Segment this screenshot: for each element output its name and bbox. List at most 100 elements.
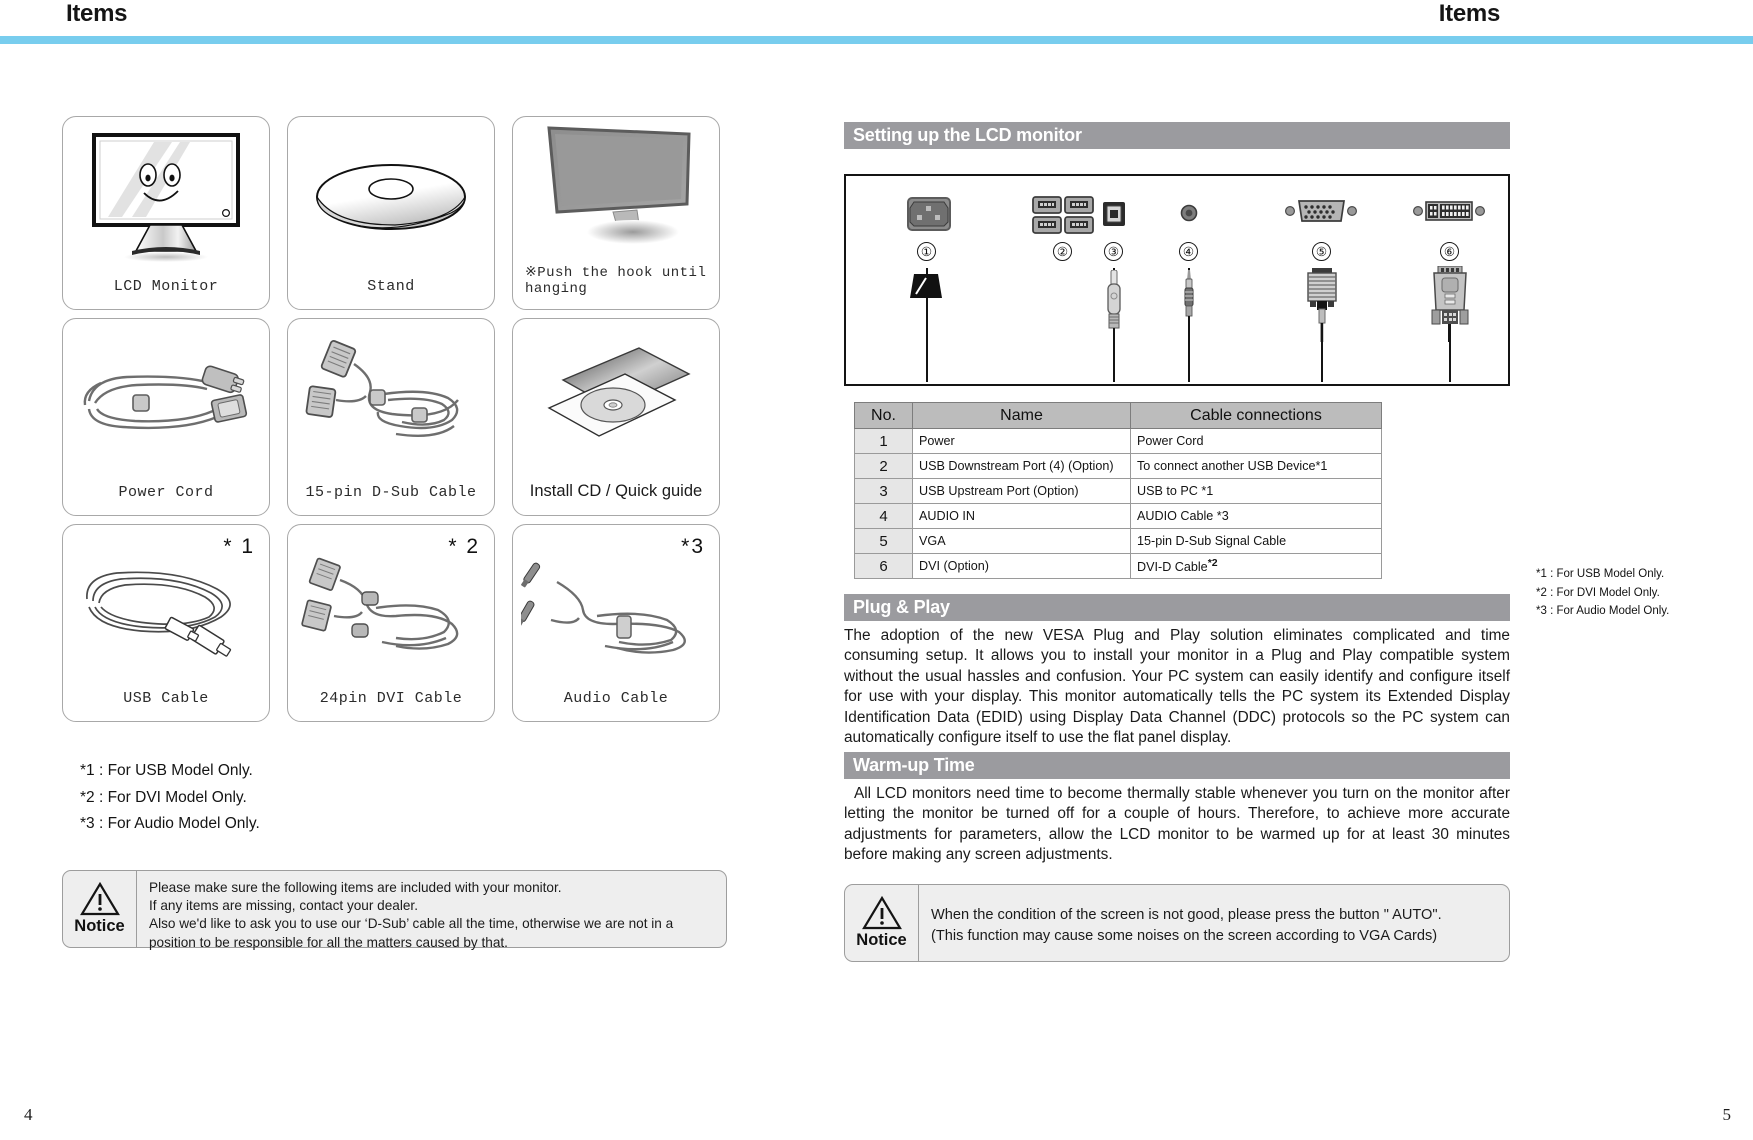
right-footnote-2: *2 : For DVI Model Only. — [1536, 586, 1660, 599]
cell-name: AUDIO IN — [912, 503, 1131, 529]
cell-no: 5 — [854, 528, 913, 554]
cell-conn-text: DVI-D Cable — [1137, 560, 1208, 575]
left-page: LCD Monitor Stand ※Push the hook until h… — [0, 44, 830, 1140]
table-row: 4 AUDIO IN AUDIO Cable *3 — [854, 503, 1382, 529]
item-label-lcd-monitor: LCD Monitor — [113, 278, 219, 295]
port-usb-downstream — [1032, 196, 1094, 239]
cell-no: 3 — [854, 478, 913, 504]
notice-icon-column-right: Notice — [845, 885, 919, 961]
page-title-right: Items — [1438, 0, 1501, 27]
item-box-lcd-monitor: LCD Monitor — [62, 116, 270, 310]
left-footnote-list: *1 : For USB Model Only. *2 : For DVI Mo… — [80, 758, 260, 838]
item-box-install-cd: Install CD / Quick guide — [512, 318, 720, 516]
cell-conn: To connect another USB Device*1 — [1130, 453, 1382, 479]
item-label-audio-cable: Audio Cable — [563, 690, 669, 707]
item-box-stand: Stand — [287, 116, 495, 310]
table-row: 5 VGA 15-pin D-Sub Signal Cable — [854, 528, 1382, 554]
cell-name: VGA — [912, 528, 1131, 554]
table-row: 6 DVI (Option) DVI-D Cable*2 — [854, 553, 1382, 579]
notice-icon-column: Notice — [63, 871, 137, 947]
table-row: 2 USB Downstream Port (4) (Option) To co… — [854, 453, 1382, 479]
cell-name: Power — [912, 428, 1131, 454]
notice-left-line-2: If any items are missing, contact your d… — [149, 898, 418, 914]
item-box-usb-cable: * 1 USB Cable — [62, 524, 270, 722]
cell-conn: DVI-D Cable*2 — [1130, 553, 1382, 579]
notice-text-left: Please make sure the following items are… — [137, 871, 726, 950]
monitor-hook-illustration — [513, 119, 719, 251]
plug-power — [904, 272, 950, 319]
port-usb-upstream — [1101, 200, 1127, 233]
warning-triangle-icon — [861, 896, 902, 930]
callout-1: ① — [917, 242, 936, 261]
dvi-cable-illustration — [288, 549, 494, 679]
table-row: 3 USB Upstream Port (Option) USB to PC *… — [854, 478, 1382, 504]
callout-5: ⑤ — [1312, 242, 1331, 261]
item-label-monitor-hook: ※Push the hook until hanging — [525, 264, 707, 297]
cell-conn: AUDIO Cable *3 — [1130, 503, 1382, 529]
plug-audio-mini — [1180, 270, 1198, 347]
section-header-setting-up: Setting up the LCD monitor — [844, 122, 1510, 149]
table-col-no: No. — [854, 402, 913, 429]
cell-no: 2 — [854, 453, 913, 479]
item-label-power-cord: Power Cord — [118, 484, 214, 501]
install-cd-illustration — [513, 325, 719, 473]
section-header-plug-play: Plug & Play — [844, 594, 1510, 621]
notice-left-line-4: position to be responsible for all the m… — [149, 934, 508, 950]
port-audio-in — [1180, 204, 1198, 227]
audio-cable-illustration — [513, 549, 719, 679]
cell-no: 4 — [854, 503, 913, 529]
cell-conn: 15-pin D-Sub Signal Cable — [1130, 528, 1382, 554]
cell-name: USB Downstream Port (4) (Option) — [912, 453, 1131, 479]
dsub-cable-illustration — [288, 325, 494, 473]
plug-dvi — [1426, 265, 1474, 347]
notice-label-left: Notice — [74, 917, 125, 935]
plug-play-paragraph: The adoption of the new VESA Plug and Pl… — [844, 627, 1510, 747]
cell-name: USB Upstream Port (Option) — [912, 478, 1131, 504]
table-col-name: Name — [912, 402, 1131, 429]
right-footnote-1: *1 : For USB Model Only. — [1536, 568, 1665, 580]
page-header: Items Items — [0, 0, 1753, 44]
item-label-usb-cable: USB Cable — [123, 690, 209, 707]
left-footnote-3: *3 : For Audio Model Only. — [80, 815, 260, 833]
usb-cable-illustration — [63, 547, 269, 679]
connector-diagram: ① ② ③ ④ ⑤ ⑥ — [844, 174, 1510, 386]
page-number-left: 4 — [24, 1105, 33, 1124]
page-number-right: 5 — [1722, 1105, 1732, 1124]
stand-illustration — [288, 123, 494, 267]
item-box-dvi-cable: * 2 24pin DVI Cable — [287, 524, 495, 722]
notice-box-left: Notice Please make sure the following it… — [62, 870, 727, 950]
connections-table: No. Name Cable connections 1 Power Power… — [854, 402, 1382, 579]
callout-3: ③ — [1104, 242, 1123, 261]
item-label-install-cd: Install CD / Quick guide — [529, 482, 703, 500]
table-col-conn: Cable connections — [1130, 402, 1382, 429]
section-header-warm-up: Warm-up Time — [844, 752, 1510, 779]
lcd-monitor-illustration — [63, 123, 269, 267]
warning-triangle-icon — [79, 882, 120, 916]
items-grid: LCD Monitor Stand ※Push the hook until h… — [62, 116, 727, 722]
notice-left-line-3: Also we'd like to ask you to use our ‘D-… — [149, 916, 674, 932]
table-header-row: No. Name Cable connections — [854, 402, 1382, 429]
item-box-monitor-hook: ※Push the hook until hanging — [512, 116, 720, 310]
left-footnote-2: *2 : For DVI Model Only. — [80, 788, 247, 806]
plug-usb-b — [1104, 269, 1124, 347]
callout-2: ② — [1053, 242, 1072, 261]
header-rule-divider — [0, 36, 1753, 44]
item-label-stand: Stand — [367, 278, 415, 295]
port-power-inlet — [904, 192, 954, 241]
cell-conn: USB to PC *1 — [1130, 478, 1382, 504]
notice-text-right: When the condition of the screen is not … — [919, 885, 1509, 961]
cell-conn: Power Cord — [1130, 428, 1382, 454]
warm-up-paragraph: All LCD monitors need time to become the… — [844, 785, 1510, 864]
callout-4: ④ — [1179, 242, 1198, 261]
page-title-left: Items — [66, 0, 128, 27]
cell-no: 6 — [854, 553, 913, 579]
item-box-dsub-cable: 15-pin D-Sub Cable — [287, 318, 495, 516]
item-box-audio-cable: *3 Audio Cable — [512, 524, 720, 722]
right-page: Setting up the LCD monitor ① ② ③ ④ ⑤ ⑥ N… — [830, 44, 1753, 1140]
cell-name: DVI (Option) — [912, 553, 1131, 579]
port-dvi — [1412, 198, 1486, 229]
notice-right-line-2: (This function may cause some noises on … — [931, 928, 1438, 945]
notice-box-right: Notice When the condition of the screen … — [844, 884, 1510, 962]
item-box-power-cord: Power Cord — [62, 318, 270, 516]
item-label-dsub-cable: 15-pin D-Sub Cable — [305, 484, 477, 501]
